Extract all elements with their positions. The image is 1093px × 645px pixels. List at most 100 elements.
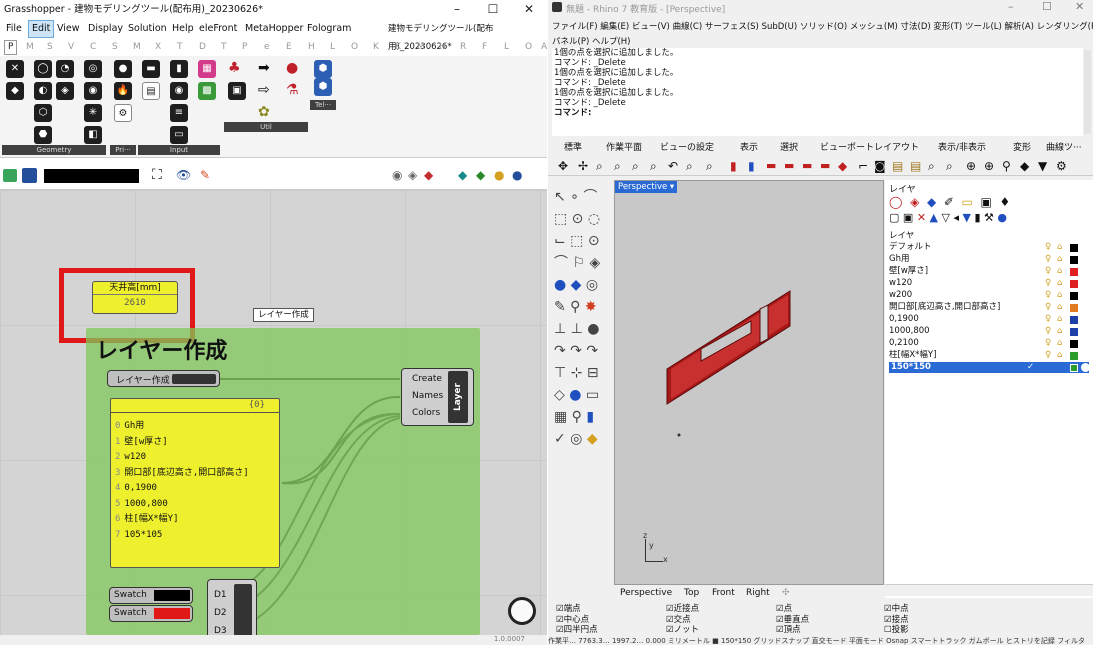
- mesh-param-icon[interactable]: ⬡: [34, 104, 52, 122]
- vp-tab-perspective[interactable]: Perspective: [620, 585, 672, 601]
- tab-display[interactable]: 表示: [740, 141, 758, 155]
- osnap-perp[interactable]: ☑垂直点: [776, 615, 809, 626]
- library-tab-icon[interactable]: ▭: [962, 195, 973, 209]
- lightbulb-icon[interactable]: ♀: [1045, 338, 1051, 349]
- knob-icon[interactable]: ◉: [170, 82, 188, 100]
- layer-row[interactable]: w120 ♀ ⌂: [889, 278, 1089, 289]
- rh-close-button[interactable]: ✕: [1075, 0, 1084, 13]
- dimension-tools-icon[interactable]: ▦ ⚲ ▮: [554, 406, 610, 428]
- front-view-icon[interactable]: ▬: [766, 159, 776, 172]
- colour-param-icon[interactable]: ⚙: [114, 104, 132, 122]
- tab[interactable]: C: [90, 40, 96, 55]
- sketch-icon[interactable]: ✎: [200, 168, 210, 182]
- tab[interactable]: L: [504, 40, 509, 55]
- menu-help[interactable]: Help: [172, 20, 194, 38]
- tab[interactable]: M: [26, 40, 34, 55]
- rh-minimize-button[interactable]: –: [1008, 0, 1014, 13]
- tab-viewport-layout[interactable]: ビューポートレイアウト: [820, 141, 919, 155]
- osnap-near[interactable]: ☑近接点: [666, 604, 699, 615]
- layer-color-swatch[interactable]: [1070, 268, 1078, 276]
- zoom-window-icon[interactable]: ⌕: [614, 159, 621, 174]
- lightbulb-icon[interactable]: ♀: [1045, 242, 1051, 253]
- layers-tab-icon[interactable]: ◈: [910, 195, 919, 209]
- analyze-tools-icon[interactable]: ◇ ● ▭: [554, 384, 610, 406]
- layer-color-swatch[interactable]: [1070, 364, 1078, 372]
- layer-row[interactable]: 0,2100 ♀ ⌂: [889, 338, 1089, 349]
- field-param-icon[interactable]: ✳: [84, 104, 102, 122]
- zoom-target-2-icon[interactable]: ⌕: [946, 159, 953, 174]
- layer-color-swatch[interactable]: [1070, 280, 1078, 288]
- lock-icon[interactable]: ⌂: [1057, 290, 1062, 301]
- button-trigger[interactable]: [172, 374, 216, 384]
- lightbulb-icon[interactable]: ♀: [1045, 326, 1051, 337]
- brep-param-icon[interactable]: ◉: [84, 82, 102, 100]
- preview-wire-icon[interactable]: ◉: [392, 168, 402, 182]
- layer-color-swatch[interactable]: [1070, 292, 1078, 300]
- layer-names-panel[interactable]: {0} 0 Gh用 1 壁[w厚さ] 2 w120 3 開口部[底辺高さ,開口部高さ] …: [110, 398, 280, 568]
- set-view-icon[interactable]: ▮: [730, 159, 737, 173]
- tab[interactable]: K: [395, 40, 401, 55]
- curve-param-icon[interactable]: ◐: [34, 82, 52, 100]
- geometry-param-icon[interactable]: ⬣: [34, 126, 52, 144]
- undo-view-icon[interactable]: ↶: [668, 159, 678, 173]
- layer-row[interactable]: Gh用 ♀ ⌂: [889, 254, 1089, 265]
- move-down-icon[interactable]: ▽: [942, 211, 950, 224]
- osnap-point[interactable]: ☑点: [776, 604, 809, 615]
- input-names[interactable]: Names: [412, 388, 443, 405]
- zoom-extents-icon[interactable]: ⌕: [632, 159, 639, 174]
- tab[interactable]: R: [460, 40, 466, 55]
- group-param-icon[interactable]: ◧: [84, 126, 102, 144]
- layer-row[interactable]: 1000,800 ♀ ⌂: [889, 326, 1089, 337]
- lightbulb-icon[interactable]: ♀: [1045, 278, 1051, 289]
- transform-tools-icon[interactable]: ⊥ ⊥ ●: [554, 318, 610, 340]
- lightbulb-icon[interactable]: ♀: [1045, 266, 1051, 277]
- create-layer-component[interactable]: Create Names Colors Layer: [401, 368, 474, 426]
- rect-circle-icon[interactable]: ⬚ ⊙ ◌: [554, 208, 610, 230]
- filter-icon[interactable]: ▼: [963, 211, 971, 224]
- vp-tab-right[interactable]: Right: [746, 585, 770, 601]
- lock-icon[interactable]: ⌂: [1057, 350, 1062, 361]
- right-view-icon[interactable]: ▬: [784, 159, 794, 172]
- cluster-icon[interactable]: ▣: [228, 82, 246, 100]
- circle-param-icon[interactable]: ◯: [34, 60, 52, 78]
- integer-param-icon[interactable]: 🔥: [114, 82, 132, 100]
- named-view-icon[interactable]: ▤: [892, 159, 903, 173]
- mesh-tools-icon[interactable]: ✎ ⚲ ✸: [554, 296, 610, 318]
- vp-tab-front[interactable]: Front: [712, 585, 735, 601]
- surface-tools-icon[interactable]: ⌒ ⚐ ◈: [554, 252, 610, 274]
- layer-row[interactable]: w200 ♀ ⌂: [889, 290, 1089, 301]
- tab-transform[interactable]: 変形: [1013, 141, 1031, 155]
- osnap-end[interactable]: ☑端点: [556, 604, 598, 615]
- osnap-quad[interactable]: ☑四半円点: [556, 625, 598, 636]
- menu-elefront[interactable]: eleFront: [199, 20, 237, 38]
- display-tab-icon[interactable]: ◆: [927, 195, 936, 209]
- array-tools-icon[interactable]: ⊤ ⊹ ⊟: [554, 362, 610, 384]
- swatch-color[interactable]: [154, 608, 190, 619]
- layer-color-swatch[interactable]: [1070, 328, 1078, 336]
- layer-color-swatch[interactable]: [1070, 352, 1078, 360]
- lock-icon[interactable]: ⌂: [1057, 242, 1062, 253]
- four-view-icon[interactable]: ◆: [838, 159, 847, 173]
- move-parent-icon[interactable]: ◂: [953, 211, 959, 224]
- rhino-menu-bar[interactable]: ファイル(F) 編集(E) ビュー(V) 曲線(C) サーフェス(S) SubD…: [552, 20, 1093, 32]
- layer-color-swatch[interactable]: [1070, 304, 1078, 312]
- lock-icon[interactable]: ⌂: [1057, 338, 1062, 349]
- osnap-vertex[interactable]: ☑頂点: [776, 625, 809, 636]
- tab-cplane[interactable]: 作業平面: [606, 141, 642, 155]
- tab-view-settings[interactable]: ビューの設定: [660, 141, 714, 155]
- input-d3[interactable]: D3: [214, 622, 227, 635]
- bottom-view-icon[interactable]: ▬: [820, 159, 830, 172]
- boolean-param-icon[interactable]: ●: [114, 60, 132, 78]
- tab-visibility[interactable]: 表示/非表示: [938, 141, 986, 155]
- filter-icon[interactable]: ▼: [1038, 159, 1047, 173]
- tab[interactable]: H: [439, 40, 446, 55]
- layer-color-swatch[interactable]: [1070, 256, 1078, 264]
- current-layer-check-icon[interactable]: ✓: [1027, 362, 1034, 373]
- tab[interactable]: V: [68, 40, 74, 55]
- rh-maximize-button[interactable]: ☐: [1042, 0, 1052, 13]
- tab[interactable]: S: [47, 40, 53, 55]
- tab-curve-tools[interactable]: 曲線ツ···: [1046, 141, 1082, 155]
- layer-hscroll[interactable]: [885, 584, 1093, 596]
- tab[interactable]: P: [242, 40, 247, 55]
- tab[interactable]: X: [155, 40, 161, 55]
